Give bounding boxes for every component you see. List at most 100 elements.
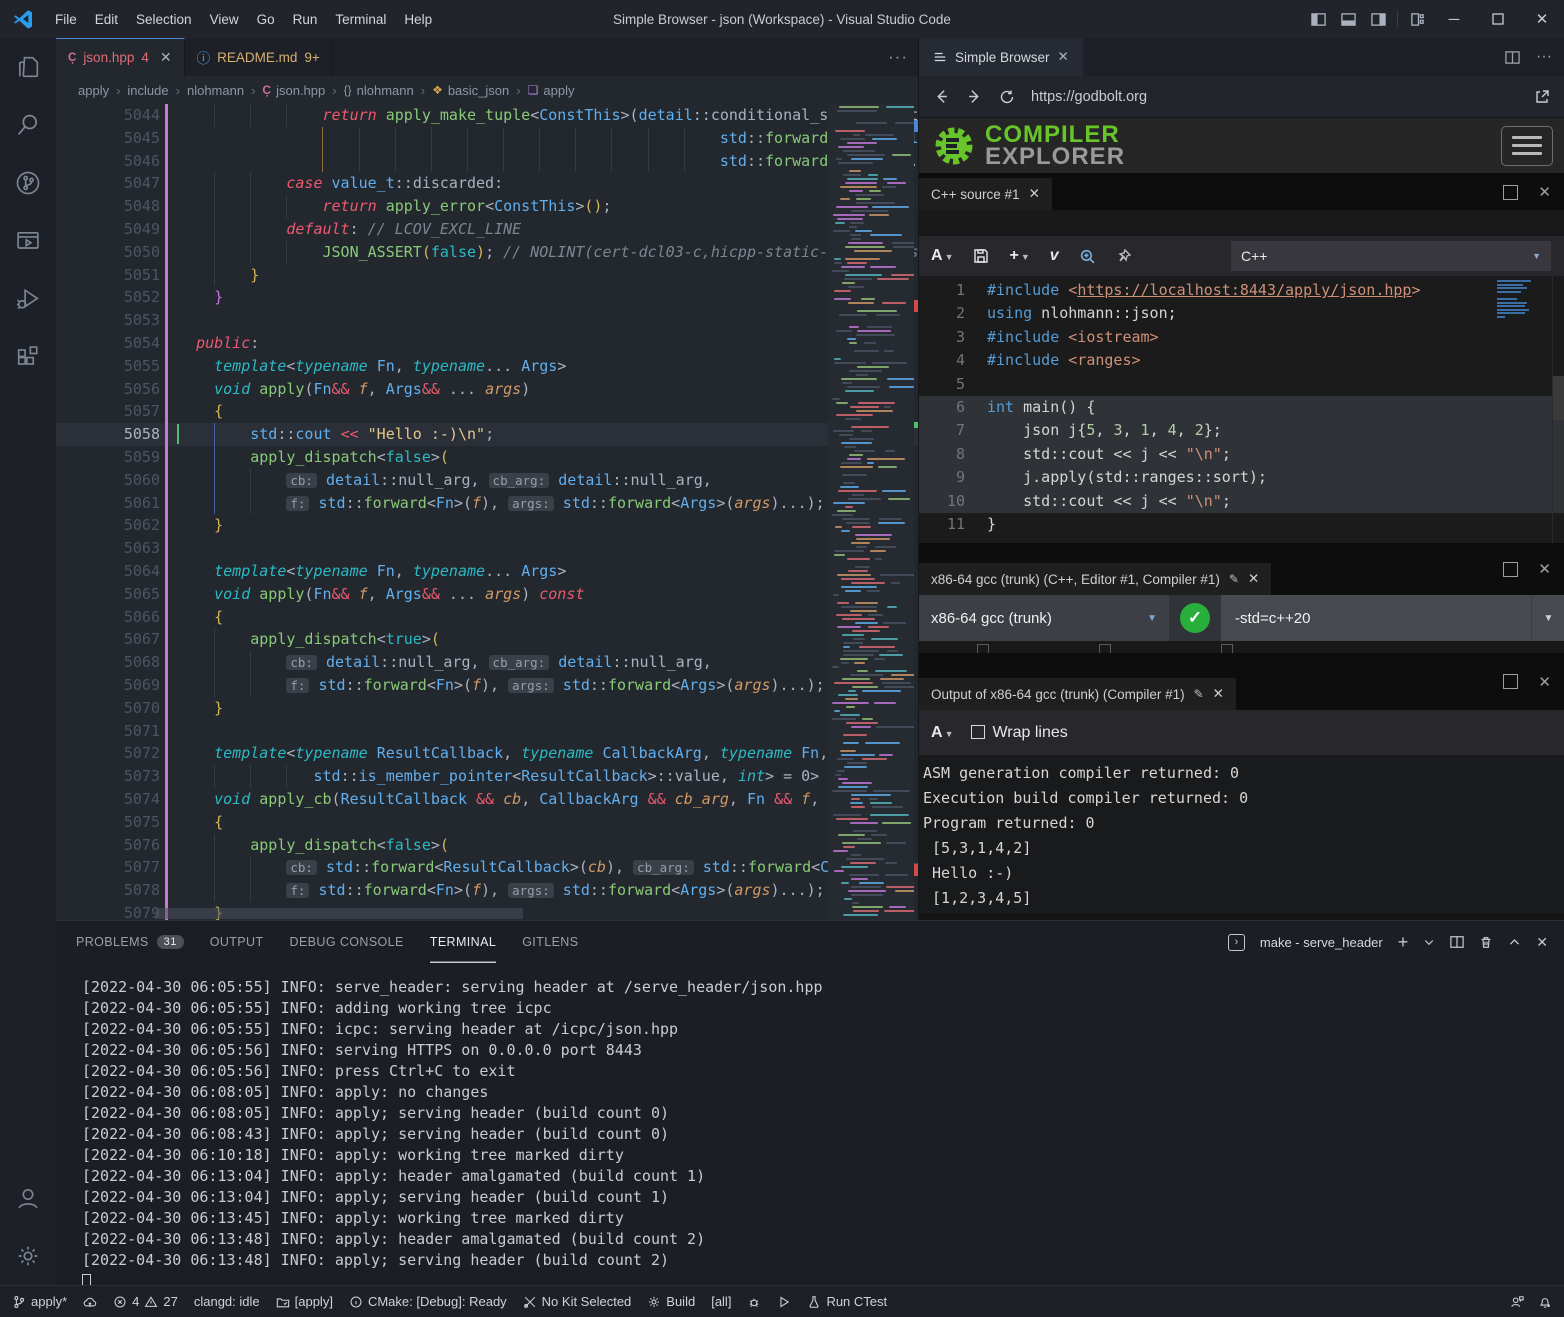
breadcrumb-item[interactable]: nlohmann bbox=[187, 83, 244, 98]
maximize-pane-icon[interactable] bbox=[1503, 185, 1518, 200]
save-icon[interactable] bbox=[973, 248, 989, 264]
split-terminal-icon[interactable] bbox=[1450, 935, 1464, 949]
close-pane-icon[interactable]: ✕ bbox=[1538, 673, 1551, 691]
menu-help[interactable]: Help bbox=[395, 0, 441, 38]
panel-tab-gitlens[interactable]: GITLENS bbox=[522, 921, 578, 963]
close-pane-icon[interactable]: ✕ bbox=[1538, 560, 1551, 578]
panel-tab-debug-console[interactable]: DEBUG CONSOLE bbox=[290, 921, 404, 963]
hamburger-menu-icon[interactable] bbox=[1501, 126, 1553, 166]
more-actions-icon[interactable]: ··· bbox=[1536, 48, 1552, 66]
vim-mode-icon[interactable]: v bbox=[1050, 247, 1059, 265]
rename-icon[interactable]: ✎ bbox=[1194, 687, 1204, 701]
menu-terminal[interactable]: Terminal bbox=[326, 0, 395, 38]
terminal-dropdown-icon[interactable] bbox=[1423, 936, 1435, 948]
status-item-cmake-debug-ready[interactable]: CMake: [Debug]: Ready bbox=[349, 1294, 507, 1309]
toggle-panel-icon[interactable] bbox=[1333, 0, 1363, 38]
open-external-icon[interactable] bbox=[1534, 89, 1550, 105]
maximize-panel-icon[interactable] bbox=[1508, 936, 1521, 949]
explorer-icon[interactable] bbox=[0, 38, 56, 96]
live-preview-icon[interactable] bbox=[0, 212, 56, 270]
breadcrumb-item[interactable]: apply bbox=[78, 83, 109, 98]
status-item-apply-[interactable]: apply* bbox=[12, 1294, 67, 1309]
breadcrumb-item[interactable]: C̟json.hpp bbox=[262, 83, 325, 98]
tab-output[interactable]: Output of x86-64 gcc (trunk) (Compiler #… bbox=[919, 678, 1236, 710]
pin-icon[interactable] bbox=[1116, 248, 1132, 264]
godbolt-source-editor[interactable]: 1#include <https://localhost:8443/apply/… bbox=[919, 276, 1564, 543]
close-tab-icon[interactable]: ✕ bbox=[1029, 186, 1040, 202]
wrap-lines-checkbox[interactable]: Wrap lines bbox=[971, 724, 1067, 742]
panel-tab-output[interactable]: OUTPUT bbox=[210, 921, 264, 963]
compiler-options-input[interactable]: -std=c++20 bbox=[1221, 595, 1531, 641]
horizontal-scrollbar[interactable] bbox=[155, 908, 523, 919]
close-window-button[interactable]: ✕ bbox=[1520, 0, 1564, 38]
font-size-button[interactable]: A▼ bbox=[931, 247, 953, 265]
status-item-4[interactable]: 427 bbox=[113, 1294, 178, 1309]
tab-cpp-source[interactable]: C++ source #1 ✕ bbox=[919, 178, 1052, 210]
close-tab-icon[interactable]: ✕ bbox=[1058, 49, 1069, 65]
status-item[interactable] bbox=[777, 1295, 791, 1309]
reload-icon[interactable] bbox=[999, 89, 1015, 105]
maximize-button[interactable] bbox=[1476, 0, 1520, 38]
menu-run[interactable]: Run bbox=[284, 0, 327, 38]
status-feedback-icon[interactable] bbox=[1510, 1295, 1524, 1309]
minimap[interactable] bbox=[828, 104, 914, 920]
split-editor-icon[interactable] bbox=[1505, 50, 1520, 65]
kill-terminal-icon[interactable] bbox=[1479, 935, 1493, 949]
extensions-icon[interactable] bbox=[0, 328, 56, 386]
breadcrumb[interactable]: apply›include›nlohmann›C̟json.hpp›{}nloh… bbox=[56, 76, 918, 104]
status-item-build[interactable]: Build bbox=[647, 1294, 695, 1309]
menu-edit[interactable]: Edit bbox=[86, 0, 127, 38]
terminal-title[interactable]: make - serve_header bbox=[1260, 935, 1383, 950]
settings-gear-icon[interactable] bbox=[0, 1227, 56, 1285]
forward-icon[interactable] bbox=[966, 88, 983, 105]
font-size-button[interactable]: A▼ bbox=[931, 724, 953, 742]
code-editor[interactable]: 5044 return apply_make_tuple<ConstThis>(… bbox=[56, 104, 918, 920]
maximize-pane-icon[interactable] bbox=[1503, 674, 1518, 689]
run-and-debug-icon[interactable] bbox=[0, 270, 56, 328]
source-control-icon[interactable] bbox=[0, 154, 56, 212]
rename-icon[interactable]: ✎ bbox=[1229, 572, 1239, 586]
tab-compiler[interactable]: x86-64 gcc (trunk) (C++, Editor #1, Comp… bbox=[919, 563, 1271, 595]
menu-view[interactable]: View bbox=[201, 0, 248, 38]
breadcrumb-item[interactable]: ❖basic_json bbox=[432, 83, 509, 98]
menu-selection[interactable]: Selection bbox=[127, 0, 201, 38]
terminal-output[interactable]: [2022-04-30 06:05:55] INFO: serve_header… bbox=[56, 963, 1564, 1295]
status-item--all-[interactable]: [all] bbox=[711, 1294, 731, 1309]
breadcrumb-item[interactable]: include bbox=[127, 83, 168, 98]
status-item--apply-[interactable]: [apply] bbox=[276, 1294, 333, 1309]
status-item-run-ctest[interactable]: Run CTest bbox=[807, 1294, 887, 1309]
options-dropdown-icon[interactable]: ▼ bbox=[1531, 595, 1564, 641]
breadcrumb-item[interactable]: ❑apply bbox=[528, 83, 575, 98]
toggle-sidebar-icon[interactable] bbox=[1303, 0, 1333, 38]
tab-simple-browser[interactable]: Simple Browser ✕ bbox=[919, 38, 1083, 76]
status-bell-icon[interactable] bbox=[1538, 1295, 1552, 1309]
tab-readme-md[interactable]: ⓘ README.md 9+ bbox=[185, 38, 333, 76]
status-item[interactable] bbox=[83, 1295, 97, 1309]
language-select[interactable]: C++▼ bbox=[1231, 241, 1551, 271]
menu-file[interactable]: File bbox=[46, 0, 86, 38]
close-pane-icon[interactable]: ✕ bbox=[1538, 183, 1551, 201]
customize-layout-icon[interactable] bbox=[1402, 0, 1432, 38]
panel-tab-problems[interactable]: PROBLEMS31 bbox=[76, 921, 184, 963]
menu-go[interactable]: Go bbox=[248, 0, 284, 38]
zoom-icon[interactable] bbox=[1079, 248, 1096, 265]
minimize-button[interactable]: ─ bbox=[1432, 0, 1476, 38]
url-input[interactable]: https://godbolt.org bbox=[1031, 89, 1518, 105]
status-item-no-kit-selected[interactable]: No Kit Selected bbox=[523, 1294, 632, 1309]
accounts-icon[interactable] bbox=[0, 1169, 56, 1227]
panel-tab-terminal[interactable]: TERMINAL bbox=[430, 921, 496, 963]
maximize-pane-icon[interactable] bbox=[1503, 562, 1518, 577]
tab-json-hpp[interactable]: C̟ json.hpp 4 ✕ bbox=[56, 38, 185, 76]
close-tab-icon[interactable]: ✕ bbox=[160, 49, 172, 66]
godbolt-scrollbar[interactable] bbox=[1552, 276, 1564, 543]
breadcrumb-item[interactable]: {}nlohmann bbox=[344, 83, 414, 98]
close-tab-icon[interactable]: ✕ bbox=[1248, 571, 1259, 587]
close-panel-icon[interactable]: ✕ bbox=[1536, 934, 1548, 951]
search-icon[interactable] bbox=[0, 96, 56, 154]
status-item[interactable] bbox=[747, 1295, 761, 1309]
more-actions-icon[interactable]: ··· bbox=[888, 38, 908, 76]
back-icon[interactable] bbox=[933, 88, 950, 105]
close-tab-icon[interactable]: ✕ bbox=[1213, 686, 1224, 702]
compiler-select[interactable]: x86-64 gcc (trunk)▼ bbox=[919, 595, 1169, 641]
toggle-secondary-sidebar-icon[interactable] bbox=[1363, 0, 1393, 38]
